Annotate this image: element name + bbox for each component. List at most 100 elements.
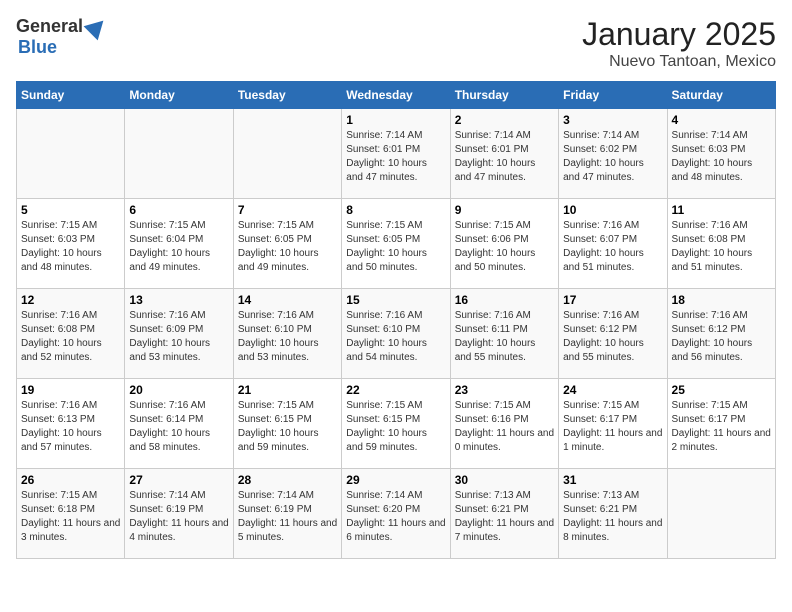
calendar-day-cell: 11 Sunrise: 7:16 AM Sunset: 6:08 PM Dayli… [667,199,775,289]
day-info: Sunrise: 7:15 AM Sunset: 6:17 PM Dayligh… [672,399,771,455]
day-number: 29 [346,473,445,487]
day-number: 8 [346,203,445,217]
day-number: 1 [346,113,445,127]
day-info: Sunrise: 7:14 AM Sunset: 6:20 PM Dayligh… [346,489,445,545]
day-info: Sunrise: 7:15 AM Sunset: 6:05 PM Dayligh… [238,219,337,275]
day-info: Sunrise: 7:14 AM Sunset: 6:01 PM Dayligh… [346,129,445,185]
day-info: Sunrise: 7:15 AM Sunset: 6:05 PM Dayligh… [346,219,445,275]
day-number: 19 [21,383,120,397]
logo: General Blue [16,16,107,58]
calendar-day-cell: 13 Sunrise: 7:16 AM Sunset: 6:09 PM Dayli… [125,289,233,379]
day-number: 22 [346,383,445,397]
day-info: Sunrise: 7:14 AM Sunset: 6:01 PM Dayligh… [455,129,554,185]
day-number: 12 [21,293,120,307]
calendar-day-cell: 30 Sunrise: 7:13 AM Sunset: 6:21 PM Dayli… [450,469,558,559]
calendar-day-cell [233,109,341,199]
page-header: General Blue January 2025 Nuevo Tantoan,… [16,16,776,71]
calendar-day-cell: 6 Sunrise: 7:15 AM Sunset: 6:04 PM Daylig… [125,199,233,289]
day-number: 7 [238,203,337,217]
day-info: Sunrise: 7:15 AM Sunset: 6:04 PM Dayligh… [129,219,228,275]
day-number: 5 [21,203,120,217]
logo-arrow-icon [84,13,111,40]
calendar-day-cell [667,469,775,559]
calendar-day-cell: 26 Sunrise: 7:15 AM Sunset: 6:18 PM Dayli… [17,469,125,559]
calendar-title: January 2025 [582,16,776,53]
calendar-day-cell: 17 Sunrise: 7:16 AM Sunset: 6:12 PM Dayli… [559,289,667,379]
calendar-day-cell: 15 Sunrise: 7:16 AM Sunset: 6:10 PM Dayli… [342,289,450,379]
day-info: Sunrise: 7:16 AM Sunset: 6:12 PM Dayligh… [563,309,662,365]
day-info: Sunrise: 7:14 AM Sunset: 6:19 PM Dayligh… [129,489,228,545]
day-info: Sunrise: 7:13 AM Sunset: 6:21 PM Dayligh… [455,489,554,545]
weekday-header: Sunday [17,82,125,109]
day-info: Sunrise: 7:16 AM Sunset: 6:07 PM Dayligh… [563,219,662,275]
calendar-table: SundayMondayTuesdayWednesdayThursdayFrid… [16,81,776,559]
logo-general-text: General [16,16,83,37]
day-info: Sunrise: 7:15 AM Sunset: 6:15 PM Dayligh… [346,399,445,455]
day-number: 16 [455,293,554,307]
day-number: 3 [563,113,662,127]
weekday-row: SundayMondayTuesdayWednesdayThursdayFrid… [17,82,776,109]
day-number: 4 [672,113,771,127]
logo-blue-text: Blue [18,37,57,58]
day-info: Sunrise: 7:15 AM Sunset: 6:18 PM Dayligh… [21,489,120,545]
calendar-week-row: 5Sunrise: 7:15 AM Sunset: 6:03 PM Daylig… [17,199,776,289]
calendar-day-cell: 16 Sunrise: 7:16 AM Sunset: 6:11 PM Dayli… [450,289,558,379]
weekday-header: Saturday [667,82,775,109]
day-number: 27 [129,473,228,487]
calendar-day-cell: 1 Sunrise: 7:14 AM Sunset: 6:01 PM Daylig… [342,109,450,199]
calendar-day-cell: 14Sunrise: 7:16 AM Sunset: 6:10 PM Dayli… [233,289,341,379]
day-number: 11 [672,203,771,217]
calendar-day-cell: 5Sunrise: 7:15 AM Sunset: 6:03 PM Daylig… [17,199,125,289]
calendar-week-row: 26 Sunrise: 7:15 AM Sunset: 6:18 PM Dayli… [17,469,776,559]
day-info: Sunrise: 7:16 AM Sunset: 6:14 PM Dayligh… [129,399,228,455]
calendar-week-row: 19Sunrise: 7:16 AM Sunset: 6:13 PM Dayli… [17,379,776,469]
day-number: 9 [455,203,554,217]
calendar-day-cell: 10 Sunrise: 7:16 AM Sunset: 6:07 PM Dayli… [559,199,667,289]
calendar-day-cell: 9Sunrise: 7:15 AM Sunset: 6:06 PM Daylig… [450,199,558,289]
day-number: 17 [563,293,662,307]
day-number: 23 [455,383,554,397]
calendar-day-cell: 23Sunrise: 7:15 AM Sunset: 6:16 PM Dayli… [450,379,558,469]
calendar-day-cell: 20 Sunrise: 7:16 AM Sunset: 6:14 PM Dayli… [125,379,233,469]
calendar-day-cell: 3Sunrise: 7:14 AM Sunset: 6:02 PM Daylig… [559,109,667,199]
calendar-day-cell: 29 Sunrise: 7:14 AM Sunset: 6:20 PM Dayli… [342,469,450,559]
day-number: 2 [455,113,554,127]
day-number: 14 [238,293,337,307]
day-info: Sunrise: 7:16 AM Sunset: 6:08 PM Dayligh… [672,219,771,275]
day-info: Sunrise: 7:16 AM Sunset: 6:12 PM Dayligh… [672,309,771,365]
day-number: 21 [238,383,337,397]
day-number: 13 [129,293,228,307]
day-info: Sunrise: 7:16 AM Sunset: 6:08 PM Dayligh… [21,309,120,365]
day-info: Sunrise: 7:16 AM Sunset: 6:10 PM Dayligh… [346,309,445,365]
calendar-week-row: 1 Sunrise: 7:14 AM Sunset: 6:01 PM Daylig… [17,109,776,199]
weekday-header: Monday [125,82,233,109]
day-info: Sunrise: 7:16 AM Sunset: 6:09 PM Dayligh… [129,309,228,365]
calendar-week-row: 12 Sunrise: 7:16 AM Sunset: 6:08 PM Dayli… [17,289,776,379]
calendar-day-cell: 22 Sunrise: 7:15 AM Sunset: 6:15 PM Dayli… [342,379,450,469]
day-number: 28 [238,473,337,487]
weekday-header: Tuesday [233,82,341,109]
day-info: Sunrise: 7:15 AM Sunset: 6:17 PM Dayligh… [563,399,662,455]
calendar-day-cell: 12 Sunrise: 7:16 AM Sunset: 6:08 PM Dayli… [17,289,125,379]
calendar-day-cell: 4 Sunrise: 7:14 AM Sunset: 6:03 PM Daylig… [667,109,775,199]
day-number: 18 [672,293,771,307]
day-number: 30 [455,473,554,487]
day-info: Sunrise: 7:16 AM Sunset: 6:11 PM Dayligh… [455,309,554,365]
day-number: 31 [563,473,662,487]
weekday-header: Wednesday [342,82,450,109]
calendar-day-cell: 18 Sunrise: 7:16 AM Sunset: 6:12 PM Dayli… [667,289,775,379]
day-number: 25 [672,383,771,397]
title-block: January 2025 Nuevo Tantoan, Mexico [582,16,776,71]
calendar-day-cell: 2 Sunrise: 7:14 AM Sunset: 6:01 PM Daylig… [450,109,558,199]
day-info: Sunrise: 7:14 AM Sunset: 6:19 PM Dayligh… [238,489,337,545]
day-number: 15 [346,293,445,307]
calendar-day-cell: 27 Sunrise: 7:14 AM Sunset: 6:19 PM Dayli… [125,469,233,559]
weekday-header: Thursday [450,82,558,109]
day-number: 20 [129,383,228,397]
day-info: Sunrise: 7:14 AM Sunset: 6:03 PM Dayligh… [672,129,771,185]
day-number: 10 [563,203,662,217]
day-number: 26 [21,473,120,487]
day-number: 6 [129,203,228,217]
calendar-day-cell [125,109,233,199]
calendar-day-cell: 31Sunrise: 7:13 AM Sunset: 6:21 PM Dayli… [559,469,667,559]
